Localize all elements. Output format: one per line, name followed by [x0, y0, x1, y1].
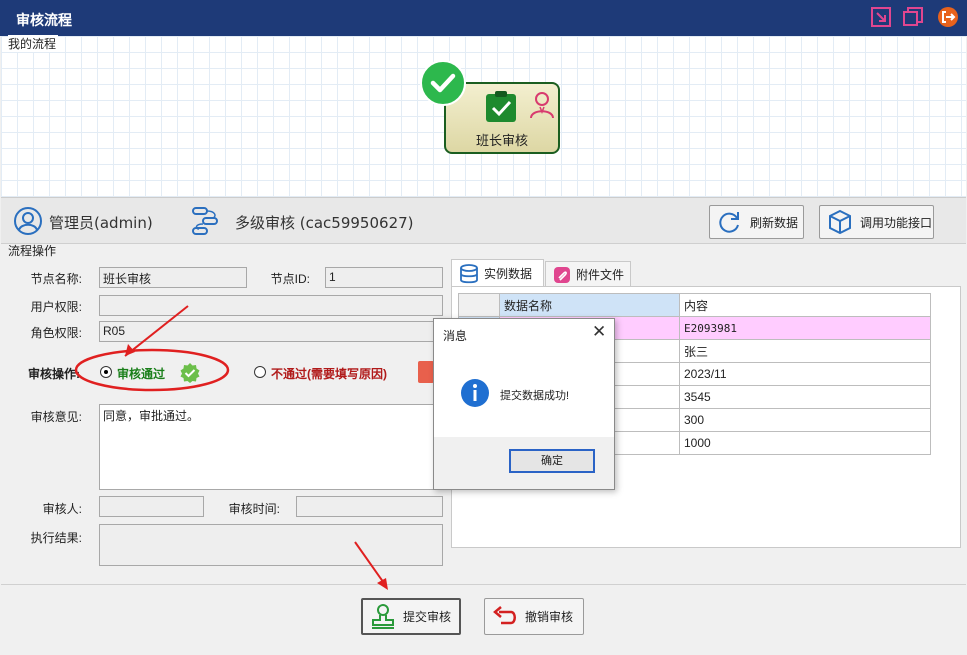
grid-cell-content[interactable]: 张三 — [679, 339, 931, 363]
maximize-window-icon[interactable] — [902, 6, 924, 28]
restore-window-icon[interactable] — [870, 6, 892, 28]
audit-time-label: 审核时间: — [228, 502, 280, 516]
grid-header-content[interactable]: 内容 — [679, 293, 931, 317]
clipboard-check-icon — [486, 91, 516, 122]
cube-icon — [826, 208, 854, 236]
reject-label[interactable]: 不通过(需要填写原因) — [271, 365, 387, 382]
grid-cell-content[interactable]: E2093981 — [679, 316, 931, 340]
flow-node-label: 班长审核 — [475, 133, 528, 148]
dialog-close-icon[interactable]: ✕ — [592, 322, 606, 342]
auditor-field[interactable] — [99, 496, 204, 517]
node-id-label: 节点ID: — [270, 272, 310, 286]
bottom-bar: 提交审核 撤销审核 — [1, 584, 966, 654]
note-icon — [418, 361, 434, 383]
message-dialog: 消息 ✕ 提交数据成功! 确定 — [433, 318, 615, 490]
database-icon — [460, 263, 478, 283]
result-label: 执行结果: — [30, 531, 82, 545]
reject-radio[interactable] — [254, 366, 266, 378]
revoke-audit-label: 撤销审核 — [525, 610, 574, 624]
audit-time-field[interactable] — [296, 496, 443, 517]
annotation-ellipse-arrow — [74, 305, 230, 392]
grid-cell-content[interactable]: 1000 — [679, 431, 931, 455]
grid-header-name[interactable]: 数据名称 — [499, 293, 680, 317]
paperclip-icon — [554, 266, 570, 283]
refresh-icon — [716, 208, 744, 236]
opinion-textarea[interactable]: 同意，审批通过。 — [99, 404, 443, 490]
title-bar: 审核流程 — [0, 0, 967, 36]
user-avatar-icon — [14, 207, 42, 235]
dialog-message: 提交数据成功! — [500, 390, 570, 402]
dialog-title: 消息 — [443, 329, 468, 343]
submit-audit-label: 提交审核 — [403, 610, 452, 624]
row-indicator-header — [458, 293, 500, 317]
tab-instance-data-label: 实例数据 — [484, 267, 533, 281]
node-id-field[interactable]: 1 — [325, 267, 443, 288]
auditor-label: 审核人: — [42, 502, 82, 516]
info-bar: 管理员(admin) 多级审核 (cac59950627) 刷新数据 调用功能接… — [1, 198, 966, 244]
tab-attachments[interactable]: 附件文件 — [545, 261, 631, 287]
grid-header-row: 数据名称 内容 — [458, 293, 931, 317]
user-role-icon — [530, 92, 554, 119]
grid-cell-content[interactable]: 3545 — [679, 385, 931, 409]
undo-icon — [491, 603, 519, 631]
grid-cell-content[interactable]: 300 — [679, 408, 931, 432]
operation-group-label: 流程操作 — [8, 244, 57, 258]
submit-audit-button[interactable]: 提交审核 — [361, 598, 461, 635]
node-name-field[interactable]: 班长审核 — [99, 267, 247, 288]
node-name-label: 节点名称: — [30, 272, 82, 286]
refresh-data-button[interactable]: 刷新数据 — [709, 205, 804, 239]
ok-button[interactable]: 确定 — [509, 449, 595, 473]
opinion-label: 审核意见: — [30, 410, 82, 424]
info-icon — [461, 379, 489, 407]
approved-check-icon — [420, 60, 466, 106]
grid-cell-content[interactable]: 2023/11 — [679, 362, 931, 386]
annotation-arrow — [354, 541, 388, 590]
tab-attachments-label: 附件文件 — [576, 268, 625, 282]
workflow-icon — [192, 207, 218, 235]
call-api-button[interactable]: 调用功能接口 — [819, 205, 934, 239]
current-user: 管理员(admin) — [49, 214, 153, 232]
refresh-data-label: 刷新数据 — [750, 215, 799, 230]
window-title: 审核流程 — [16, 12, 72, 28]
dialog-footer: 确定 — [434, 437, 614, 489]
tab-instance-data[interactable]: 实例数据 — [451, 259, 544, 287]
flow-group-label: 我的流程 — [8, 35, 59, 52]
exit-icon[interactable] — [937, 6, 959, 28]
process-name: 多级审核 (cac59950627) — [235, 214, 414, 232]
revoke-audit-button[interactable]: 撤销审核 — [484, 598, 584, 635]
call-api-label: 调用功能接口 — [860, 215, 933, 230]
stamp-icon — [369, 603, 397, 631]
